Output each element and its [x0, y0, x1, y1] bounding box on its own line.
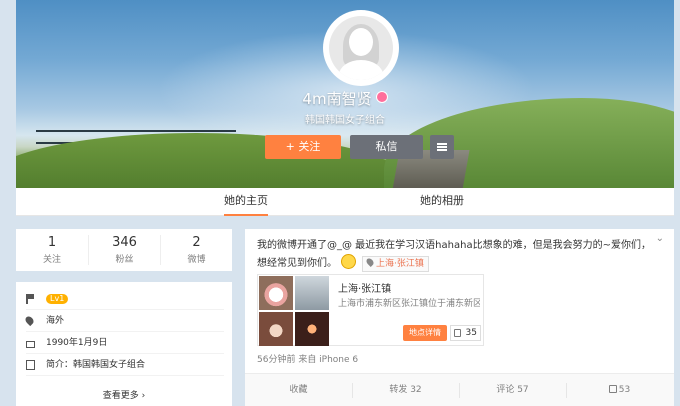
poi-thumbnails [258, 275, 330, 346]
stats-card: 1 关注 346 粉丝 2 微博 [16, 229, 232, 271]
profile-cover: 4m南智贤 韩国韩国女子组合 + 关注 私信 [16, 0, 674, 188]
info-card: Lv1 海外 1990年1月9日 简介：韩国韩国女子组合 查看更多 › [16, 282, 232, 406]
thumbs-up-icon [608, 385, 617, 393]
poi-card[interactable]: 上海·张江镇 上海市浦东新区张江镇位于浦东新区... 地点详情 35 [257, 274, 484, 346]
profile-name: 4m南智贤 [16, 88, 674, 109]
verified-icon [375, 91, 388, 103]
poi-like-count: 35 [465, 328, 477, 338]
comment-button[interactable]: 评论 57 [459, 374, 566, 406]
see-more-label: 查看更多 [102, 391, 139, 401]
stat-followers-label: 粉丝 [115, 255, 134, 265]
post-text: 我的微博开通了@_@ 最近我在学习汉语hahaha比想象的难，但是我会努力的~爱… [257, 240, 651, 269]
tab-home[interactable]: 她的主页 [224, 188, 268, 216]
info-intro: 简介：韩国韩国女子组合 [46, 360, 146, 370]
poi-thumbnail[interactable] [259, 312, 293, 346]
post-actions: 收藏 转发 32 评论 57 53 [245, 373, 674, 406]
level-badge[interactable]: Lv1 [46, 294, 69, 304]
message-button[interactable]: 私信 [350, 135, 423, 159]
info-birthday: 1990年1月9日 [46, 338, 108, 348]
like-button[interactable]: 53 [566, 374, 673, 406]
stat-followers-value: 346 [112, 235, 137, 250]
see-more-link[interactable]: 查看更多 › [16, 388, 232, 401]
stat-posts-value: 2 [192, 235, 201, 250]
poi-detail-button[interactable]: 地点详情 [403, 325, 447, 341]
profile-tabs: 她的主页 她的相册 [16, 188, 674, 216]
stat-followers[interactable]: 346 粉丝 [88, 235, 160, 265]
smile-emoji-icon [341, 254, 356, 269]
stat-posts-label: 微博 [187, 255, 206, 265]
poi-address: 上海市浦东新区张江镇位于浦东新区... [338, 299, 480, 309]
post-card: ⌄ 我的微博开通了@_@ 最近我在学习汉语hahaha比想象的难，但是我会努力的… [245, 229, 674, 406]
poi-like-button[interactable]: 35 [450, 325, 481, 341]
post-text-block: 我的微博开通了@_@ 最近我在学习汉语hahaha比想象的难，但是我会努力的~爱… [257, 237, 657, 272]
info-location-row: 海外 [23, 310, 224, 332]
info-level-row: Lv1 [26, 288, 224, 310]
like-count: 53 [618, 385, 631, 395]
default-avatar-icon [329, 16, 393, 80]
stat-following-value: 1 [47, 235, 57, 250]
location-tag-label: 上海·张江镇 [376, 259, 424, 269]
profile-bio: 韩国韩国女子组合 [305, 115, 385, 126]
poi-thumbnail[interactable] [259, 276, 293, 310]
repost-button[interactable]: 转发 32 [352, 374, 459, 406]
stat-posts[interactable]: 2 微博 [160, 235, 232, 265]
pin-icon [365, 257, 375, 267]
post-meta: 56分钟前 来自 iPhone 6 [257, 355, 359, 365]
thumbs-up-icon [454, 329, 461, 337]
flag-icon [26, 294, 35, 304]
tab-album[interactable]: 她的相册 [420, 188, 464, 216]
info-intro-row: 简介：韩国韩国女子组合 [26, 354, 224, 376]
location-icon [23, 314, 36, 327]
stat-following-label: 关注 [42, 255, 61, 265]
location-tag[interactable]: 上海·张江镇 [362, 256, 429, 272]
document-icon [26, 360, 35, 370]
avatar[interactable] [323, 10, 399, 86]
info-birthday-row: 1990年1月9日 [26, 332, 224, 354]
collect-button[interactable]: 收藏 [245, 374, 352, 406]
info-location: 海外 [46, 316, 65, 326]
poi-title[interactable]: 上海·张江镇 [338, 280, 391, 295]
poi-thumbnail[interactable] [295, 276, 329, 310]
stat-following[interactable]: 1 关注 [16, 235, 88, 265]
profile-name-text: 4m南智贤 [302, 90, 372, 108]
cake-icon [26, 341, 35, 348]
chevron-right-icon: › [141, 391, 146, 401]
more-menu-button[interactable] [430, 135, 454, 159]
follow-button[interactable]: + 关注 [265, 135, 341, 159]
poi-thumbnail[interactable] [295, 312, 329, 346]
